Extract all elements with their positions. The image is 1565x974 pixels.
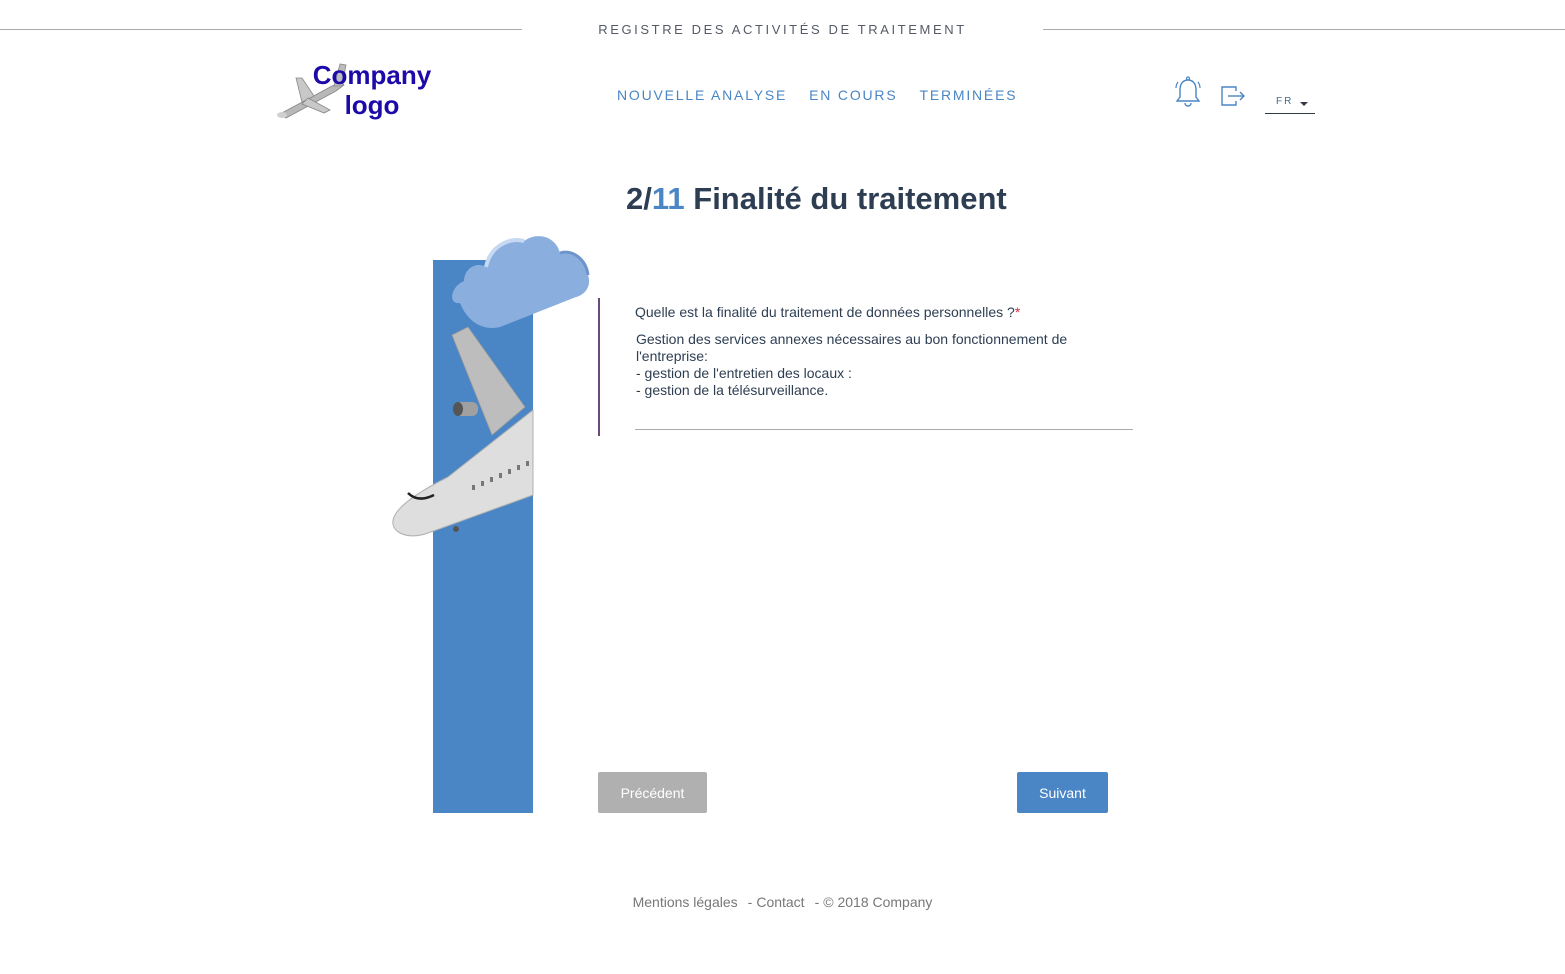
footer-contact-link[interactable]: Contact <box>756 894 804 910</box>
required-marker: * <box>1014 304 1021 320</box>
caret-down-icon <box>1300 102 1308 106</box>
page: REGISTRE DES ACTIVITÉS DE TRAITEMENT Com… <box>0 0 1565 974</box>
footer-separator: - <box>814 894 820 910</box>
notifications-button[interactable] <box>1174 76 1202 108</box>
top-divider-left <box>0 29 522 30</box>
answer-field[interactable]: Gestion des services annexes nécessaires… <box>636 331 1116 399</box>
step-current: 2/ <box>626 181 652 216</box>
app-title: REGISTRE DES ACTIVITÉS DE TRAITEMENT <box>598 22 967 37</box>
main-nav: NOUVELLE ANALYSE EN COURS TERMINÉES <box>617 87 1017 103</box>
airplane-cloud-illustration-icon <box>392 236 590 537</box>
step-total: 11 <box>651 181 685 216</box>
language-value: FR <box>1276 96 1294 107</box>
footer-separator: - <box>747 894 753 910</box>
nav-new-analysis[interactable]: NOUVELLE ANALYSE <box>617 87 787 103</box>
answer-field-underline <box>635 429 1133 430</box>
step-title-text: Finalité du traitement <box>684 181 1007 216</box>
logo-line-2: logo <box>344 90 400 120</box>
question-label-text: Quelle est la finalité du traitement de … <box>635 304 1015 320</box>
nav-finished[interactable]: TERMINÉES <box>919 87 1017 103</box>
top-divider-right <box>1043 29 1565 30</box>
question-label: Quelle est la finalité du traitement de … <box>635 304 1020 320</box>
logo-text: Company logo <box>302 60 442 120</box>
footer-legal-link[interactable]: Mentions légales <box>633 894 738 910</box>
nav-in-progress[interactable]: EN COURS <box>809 87 897 103</box>
company-logo[interactable]: Company logo <box>272 58 442 124</box>
next-button[interactable]: Suivant <box>1017 772 1108 813</box>
logout-icon <box>1221 86 1245 106</box>
step-title: 2/11 Finalité du traitement <box>626 181 1007 217</box>
bell-icon <box>1175 76 1201 107</box>
previous-button[interactable]: Précédent <box>598 772 707 813</box>
language-select[interactable]: FR <box>1265 93 1315 114</box>
logout-button[interactable] <box>1219 84 1247 108</box>
footer-copyright: © 2018 Company <box>823 894 933 910</box>
logo-line-1: Company <box>312 60 432 90</box>
footer: Mentions légales - Contact - © 2018 Company <box>0 894 1565 910</box>
question-accent-rule <box>598 298 600 436</box>
